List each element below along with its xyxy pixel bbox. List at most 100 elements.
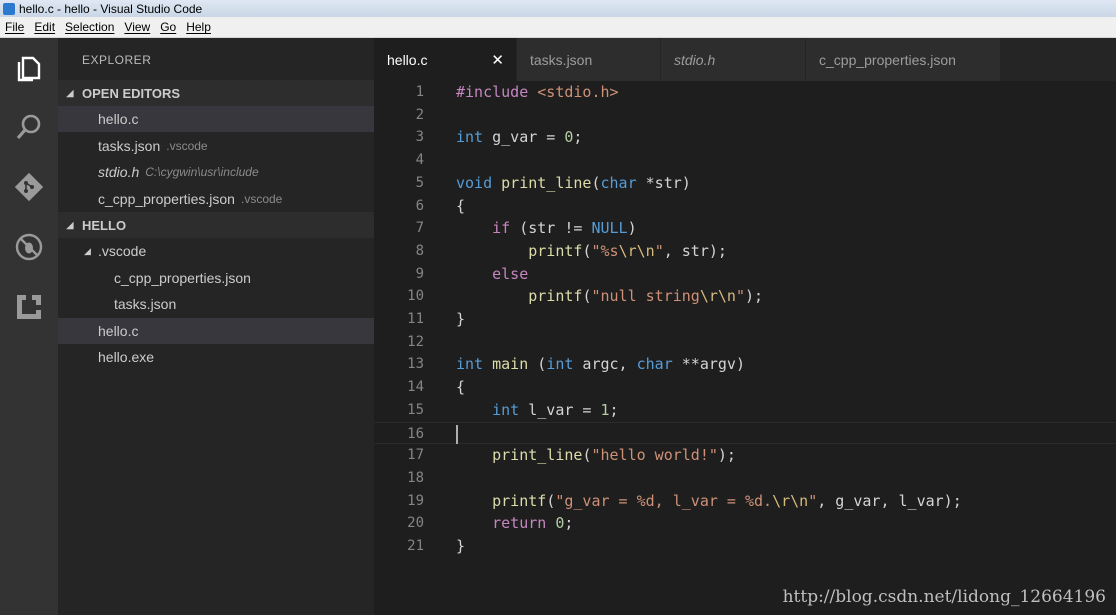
code-text: {: [456, 376, 465, 399]
code-line[interactable]: 5 void print_line(char *str): [374, 172, 1116, 195]
tab-hello-c[interactable]: hello.c ✕: [374, 38, 517, 81]
menu-view[interactable]: View: [119, 20, 155, 34]
menu-help[interactable]: Help: [181, 20, 216, 34]
code-token: print_line: [492, 446, 583, 465]
open-editor-name: hello.c: [98, 111, 139, 127]
code-token: );: [745, 287, 764, 306]
open-editor-item[interactable]: c_cpp_properties.json .vscode: [58, 186, 374, 212]
code-line[interactable]: 2: [374, 104, 1116, 127]
code-token: "g_var = %d, l_var = %d.: [555, 491, 773, 510]
code-line[interactable]: 8 printf("%s\r\n", str);: [374, 240, 1116, 263]
open-editor-item[interactable]: stdio.h C:\cygwin\usr\include: [58, 159, 374, 185]
menu-file[interactable]: File: [0, 20, 29, 34]
code-token: main: [492, 355, 529, 374]
line-number: 8: [415, 242, 424, 259]
tab-stdio-h[interactable]: stdio.h: [661, 38, 806, 81]
tab-c-cpp-properties[interactable]: c_cpp_properties.json: [806, 38, 1001, 81]
open-editors-label: OPEN EDITORS: [82, 85, 181, 101]
tree-item[interactable]: hello.exe: [58, 344, 374, 370]
code-line[interactable]: 12: [374, 331, 1116, 354]
activity-debug[interactable]: [0, 218, 58, 276]
tree-item[interactable]: hello.c: [58, 318, 374, 344]
search-icon: [16, 114, 41, 140]
code-token: \r\n: [618, 241, 655, 260]
open-editors-header[interactable]: ◢ OPEN EDITORS: [58, 80, 374, 106]
tree-item[interactable]: tasks.json: [58, 291, 374, 317]
activity-explorer[interactable]: [0, 40, 58, 98]
code-line[interactable]: 4: [374, 149, 1116, 172]
code-editor[interactable]: 1 #include <stdio.h> 2 3 int g_var = 0; 4 5 voi…: [374, 81, 1116, 615]
code-line[interactable]: 20 return 0;: [374, 512, 1116, 535]
tree-item-name: tasks.json: [114, 296, 177, 312]
code-line[interactable]: 17 print_line("hello world!");: [374, 444, 1116, 467]
code-token: *str): [636, 173, 691, 192]
code-text: printf("null string\r\n");: [456, 285, 763, 308]
editor-tabs: hello.c ✕ tasks.json stdio.h c_cpp_prope…: [374, 38, 1116, 81]
activity-extensions[interactable]: [0, 278, 58, 336]
line-number: 15: [407, 401, 424, 418]
code-line[interactable]: 13 int main (int argc, char **argv): [374, 353, 1116, 376]
project-label: HELLO: [82, 217, 127, 233]
tree-folder[interactable]: ◢ .vscode: [58, 238, 374, 264]
line-number: 13: [407, 356, 424, 373]
line-number: 17: [407, 447, 424, 464]
vscode-logo-icon: [3, 2, 15, 15]
code-token: ": [808, 491, 818, 510]
collapse-triangle-icon: ◢: [66, 219, 74, 230]
tab-tasks-json[interactable]: tasks.json: [517, 38, 661, 81]
code-line[interactable]: 16: [374, 421, 1116, 445]
line-number: 1: [415, 84, 424, 100]
activity-search[interactable]: [0, 98, 58, 156]
menu-go[interactable]: Go: [155, 20, 181, 34]
menu-edit[interactable]: Edit: [29, 20, 60, 34]
code-token: **argv): [672, 355, 745, 374]
code-token: (str !=: [510, 219, 592, 238]
activity-source-control[interactable]: [0, 158, 58, 216]
open-editor-name: stdio.h: [98, 164, 140, 180]
code-token: }: [456, 310, 466, 328]
code-text: int g_var = 0;: [456, 126, 582, 149]
explorer-sidebar: EXPLORER ◢ OPEN EDITORS hello.c tasks.js…: [58, 38, 374, 615]
code-token: , str);: [663, 241, 727, 260]
code-token: \r\n: [699, 287, 736, 306]
tab-label: tasks.json: [530, 51, 593, 68]
collapse-triangle-icon: ◢: [66, 87, 74, 98]
tree-item[interactable]: c_cpp_properties.json: [58, 265, 374, 291]
menu-selection[interactable]: Selection: [60, 20, 119, 34]
code-text: print_line("hello world!");: [456, 444, 736, 467]
close-icon[interactable]: ✕: [491, 51, 504, 69]
code-line[interactable]: 21}: [374, 535, 1116, 558]
code-line[interactable]: 9 else: [374, 263, 1116, 286]
code-token: char: [600, 173, 637, 192]
open-editor-desc: C:\cygwin\usr\include: [145, 165, 259, 179]
line-number: 9: [415, 265, 424, 282]
code-line[interactable]: 6{: [374, 195, 1116, 218]
code-text: }: [456, 535, 465, 558]
tree-item-name: hello.c: [98, 323, 139, 339]
code-line[interactable]: 15 int l_var = 1;: [374, 399, 1116, 422]
open-editor-item[interactable]: tasks.json .vscode: [58, 133, 374, 159]
code-line[interactable]: 11}: [374, 308, 1116, 331]
text-cursor: [456, 424, 458, 444]
open-editor-item[interactable]: hello.c: [58, 106, 374, 132]
code-line[interactable]: 14 {: [374, 376, 1116, 399]
open-editor-name: tasks.json: [98, 138, 161, 154]
code-line[interactable]: 1 #include <stdio.h>: [374, 81, 1116, 104]
code-line[interactable]: 18: [374, 467, 1116, 490]
code-token: ": [654, 241, 664, 260]
code-token: int: [456, 355, 484, 374]
code-text: if (str != NULL): [456, 217, 637, 240]
code-line[interactable]: 10 printf("null string\r\n");: [374, 285, 1116, 308]
code-text: else: [456, 263, 528, 286]
project-header[interactable]: ◢ HELLO: [58, 212, 374, 238]
tab-label: stdio.h: [674, 51, 716, 68]
code-line[interactable]: 3 int g_var = 0;: [374, 126, 1116, 149]
code-token: ;: [573, 128, 583, 147]
line-number: 2: [415, 106, 424, 123]
code-line[interactable]: 7 if (str != NULL): [374, 217, 1116, 240]
code-line[interactable]: 19 printf("g_var = %d, l_var = %d.\r\n",…: [374, 490, 1116, 513]
